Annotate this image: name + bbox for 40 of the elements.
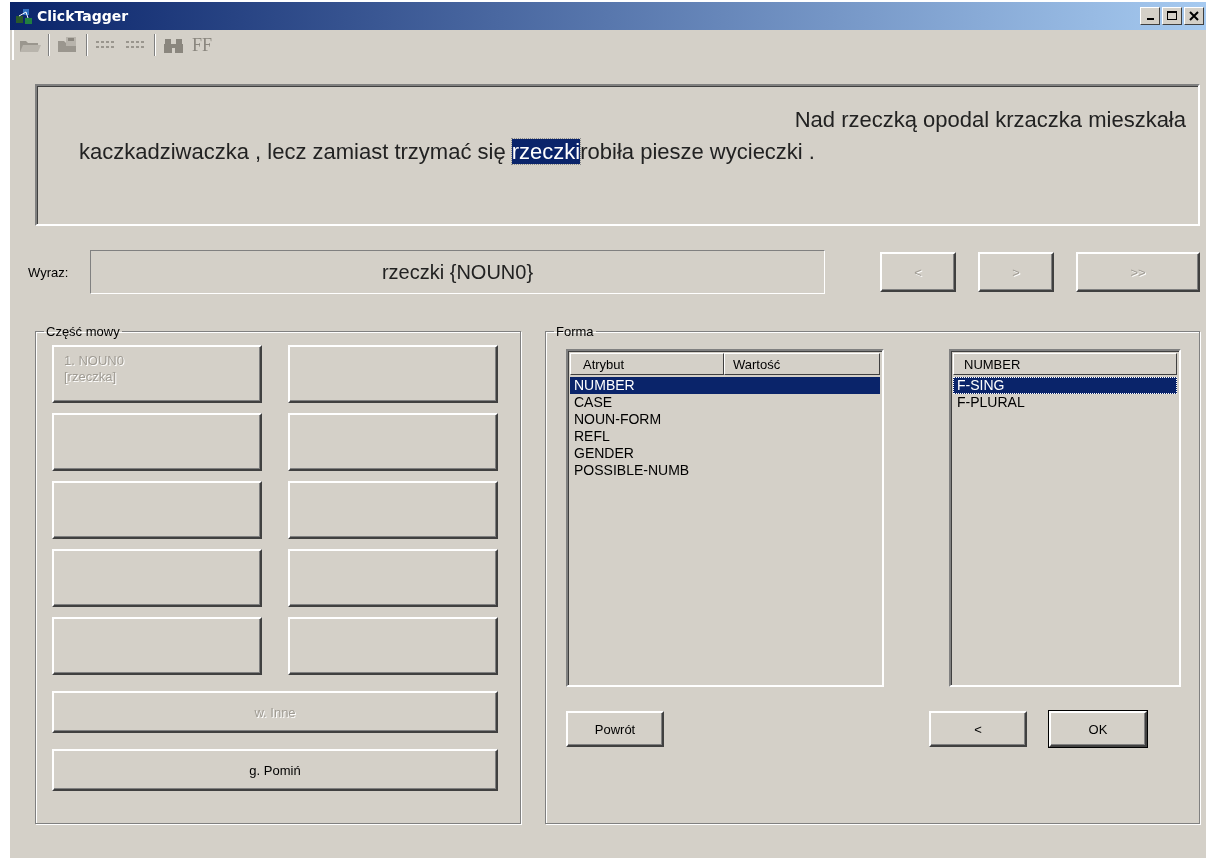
sentence-text[interactable]: robiła piesze wycieczki . xyxy=(580,139,815,164)
empty-button[interactable] xyxy=(288,413,498,471)
back-button[interactable]: Powrót xyxy=(566,711,664,747)
word-label: Wyraz: xyxy=(28,264,70,280)
value-row[interactable]: F-PLURAL xyxy=(953,394,1177,411)
empty-button[interactable] xyxy=(52,481,262,539)
app-icon xyxy=(14,6,34,26)
empty-button[interactable] xyxy=(52,413,262,471)
selected-word[interactable]: rzeczki xyxy=(511,139,581,164)
maximize-button[interactable] xyxy=(1162,7,1182,25)
ok-button[interactable]: OK xyxy=(1049,711,1147,747)
attribute-row[interactable]: CASE xyxy=(570,394,880,411)
column-header[interactable]: Atrybut xyxy=(570,353,724,375)
close-button[interactable] xyxy=(1184,7,1204,25)
empty-button[interactable] xyxy=(288,481,498,539)
minimize-button[interactable] xyxy=(1140,7,1160,25)
skip-button[interactable]: g. Pomiń xyxy=(52,749,498,791)
word-field: rzeczki {NOUN0} xyxy=(90,250,825,294)
empty-button[interactable] xyxy=(288,549,498,607)
previous-button[interactable]: < xyxy=(929,711,1027,747)
attribute-row[interactable]: POSSIBLE-NUMB xyxy=(570,462,880,479)
group-title: Forma xyxy=(555,324,595,339)
empty-button[interactable] xyxy=(288,617,498,675)
maximize-icon xyxy=(1164,9,1180,23)
group-title: Część mowy xyxy=(45,324,121,339)
empty-button[interactable] xyxy=(52,549,262,607)
attribute-row[interactable]: NUMBER xyxy=(570,377,880,394)
value-row[interactable]: F-SING xyxy=(953,377,1177,394)
attribute-row[interactable]: NOUN-FORM xyxy=(570,411,880,428)
sentence-text[interactable]: Nad rzeczką opodal krzaczka mieszkała xyxy=(794,107,1186,132)
window-title: ClickTagger xyxy=(37,8,129,24)
empty-button[interactable] xyxy=(288,345,498,403)
attribute-row[interactable]: REFL xyxy=(570,428,880,445)
column-header[interactable]: NUMBER xyxy=(953,353,1177,375)
minimize-icon xyxy=(1146,18,1154,20)
empty-button[interactable] xyxy=(52,617,262,675)
column-header[interactable]: Wartość xyxy=(724,353,880,375)
attribute-row[interactable]: GENDER xyxy=(570,445,880,462)
close-icon xyxy=(1186,9,1202,23)
sentence-text[interactable]: kaczkadziwaczka , lecz zamiast trzymać się xyxy=(79,139,512,164)
